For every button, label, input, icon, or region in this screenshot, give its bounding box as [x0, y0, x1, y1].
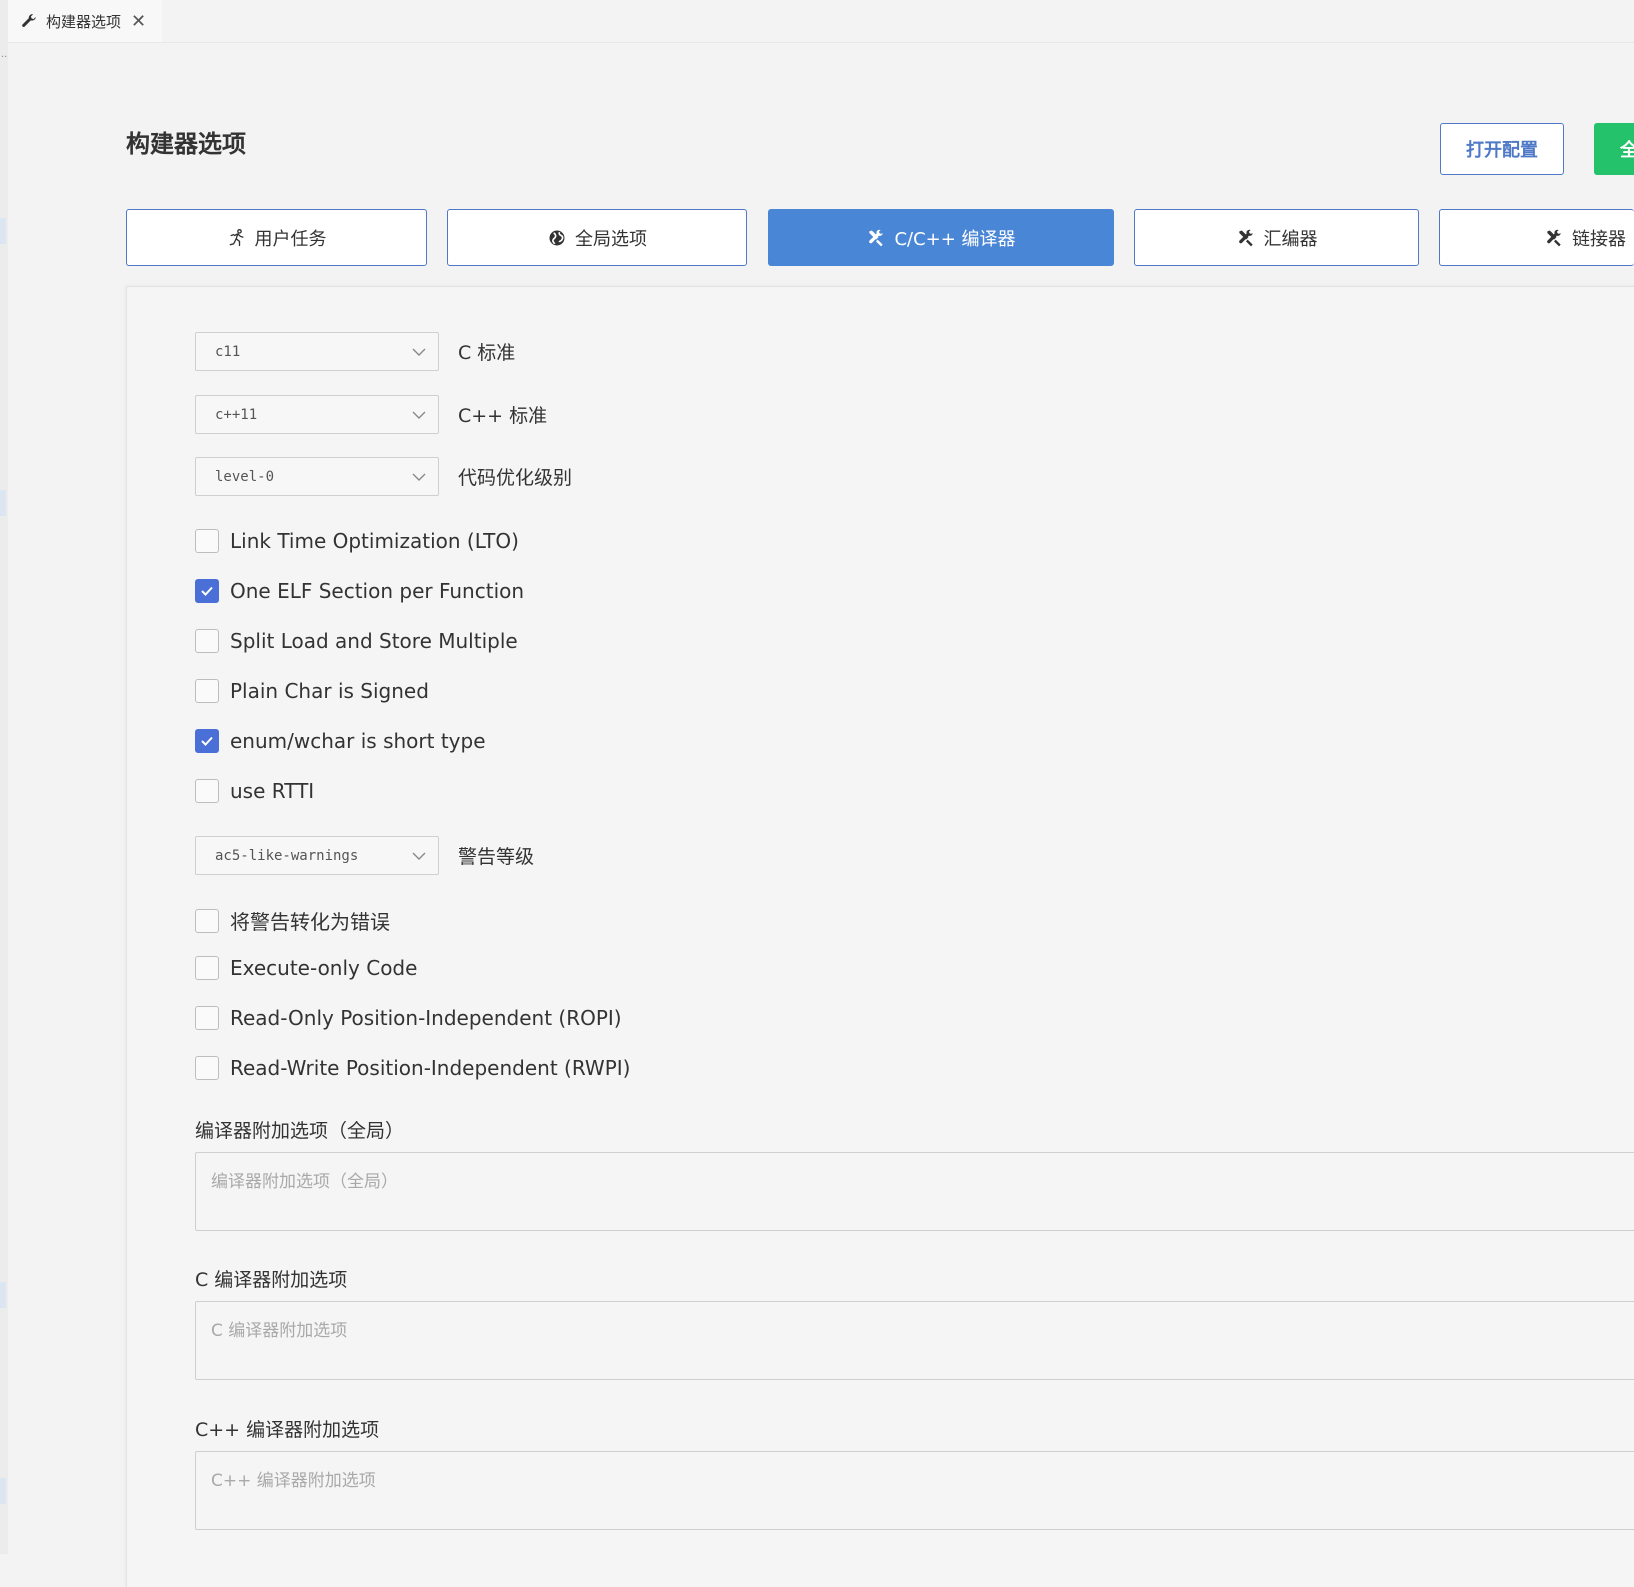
global-extra-input[interactable]: 编译器附加选项（全局） [195, 1152, 1634, 1231]
option-label: One ELF Section per Function [230, 579, 525, 603]
option-use-rtti[interactable]: use RTTI [195, 779, 314, 803]
tools-icon [1238, 229, 1253, 246]
chevron-down-icon [412, 348, 426, 356]
tab-assembler[interactable]: 汇编器 [1134, 209, 1419, 266]
page-title: 构建器选项 [126, 130, 246, 158]
gutter-marker [0, 1478, 6, 1504]
editor-tab-bar: 构建器选项 ✕ [8, 0, 1634, 43]
option-label: enum/wchar is short type [230, 729, 486, 753]
tab-linker-label: 链接器 [1572, 228, 1626, 250]
open-config-button[interactable]: 打开配置 [1440, 123, 1564, 175]
tab-user-tasks[interactable]: 用户任务 [126, 209, 427, 266]
option-label: Read-Write Position-Independent (RWPI) [230, 1056, 631, 1080]
tab-user-tasks-label: 用户任务 [254, 228, 327, 250]
tab-assembler-label: 汇编器 [1263, 228, 1318, 250]
green-action-button[interactable]: 全 [1594, 123, 1634, 175]
tab-cpp-compiler-label: C/C++ 编译器 [894, 228, 1016, 250]
optimization-select[interactable]: level-0 [195, 457, 439, 496]
option-ropi[interactable]: Read-Only Position-Independent (ROPI) [195, 1006, 622, 1030]
ropi-checkbox[interactable] [195, 1006, 219, 1030]
option-enum-wchar-short[interactable]: enum/wchar is short type [195, 729, 486, 753]
c-standard-select[interactable]: c11 [195, 332, 439, 371]
cpp-standard-value: c++11 [215, 406, 258, 423]
option-label: Split Load and Store Multiple [230, 629, 518, 653]
option-execute-only[interactable]: Execute-only Code [195, 956, 417, 980]
warnings-value: ac5-like-warnings [215, 847, 359, 864]
globe-icon [549, 230, 565, 245]
check-icon [201, 736, 213, 746]
option-lto[interactable]: Link Time Optimization (LTO) [195, 529, 519, 553]
tab-global-options-label: 全局选项 [575, 228, 647, 250]
option-elf-section[interactable]: One ELF Section per Function [195, 579, 524, 603]
option-warnings-as-errors[interactable]: 将警告转化为错误 [195, 906, 390, 935]
chevron-down-icon [412, 473, 426, 481]
editor-tab-title: 构建器选项 [46, 12, 122, 31]
c-extra-input[interactable]: C 编译器附加选项 [195, 1301, 1634, 1380]
c-standard-label: C 标准 [458, 342, 516, 364]
cpp-standard-label: C++ 标准 [458, 405, 548, 427]
option-label: 将警告转化为错误 [230, 910, 390, 934]
split-load-store-checkbox[interactable] [195, 629, 219, 653]
c-extra-label: C 编译器附加选项 [195, 1269, 348, 1291]
cpp-standard-select[interactable]: c++11 [195, 395, 439, 434]
c-standard-row: c11 C 标准 [195, 332, 515, 371]
editor-tab-builder-options[interactable]: 构建器选项 ✕ [8, 0, 162, 42]
option-label: Link Time Optimization (LTO) [230, 529, 519, 553]
gutter-marker [0, 218, 6, 244]
gutter-marker [0, 490, 6, 516]
global-extra-label: 编译器附加选项（全局） [195, 1120, 405, 1142]
rwpi-checkbox[interactable] [195, 1056, 219, 1080]
close-icon[interactable]: ✕ [131, 11, 146, 32]
tab-global-options[interactable]: 全局选项 [447, 209, 747, 266]
option-label: Execute-only Code [230, 956, 418, 980]
option-rwpi[interactable]: Read-Write Position-Independent (RWPI) [195, 1056, 630, 1080]
optimization-label: 代码优化级别 [458, 467, 573, 489]
optimization-row: level-0 代码优化级别 [195, 457, 572, 496]
check-icon [201, 586, 213, 596]
c-standard-value: c11 [215, 343, 241, 360]
warnings-label: 警告等级 [458, 846, 535, 868]
tools-icon [869, 229, 884, 246]
enum-wchar-checkbox[interactable] [195, 729, 219, 753]
gutter-ellipsis: ·· [1, 52, 8, 63]
lto-checkbox[interactable] [195, 529, 219, 553]
optimization-value: level-0 [215, 468, 275, 485]
cpp-extra-label: C++ 编译器附加选项 [195, 1419, 380, 1441]
execute-only-checkbox[interactable] [195, 956, 219, 980]
warnings-select[interactable]: ac5-like-warnings [195, 836, 439, 875]
warnings-as-errors-checkbox[interactable] [195, 908, 219, 933]
cpp-extra-input[interactable]: C++ 编译器附加选项 [195, 1451, 1634, 1530]
warnings-row: ac5-like-warnings 警告等级 [195, 836, 534, 875]
cpp-standard-row: c++11 C++ 标准 [195, 395, 547, 434]
chevron-down-icon [412, 411, 426, 419]
elf-section-checkbox[interactable] [195, 579, 219, 603]
gutter-marker [0, 1282, 6, 1308]
option-split-load-store[interactable]: Split Load and Store Multiple [195, 629, 518, 653]
left-gutter: ·· [0, 0, 8, 1554]
rtti-checkbox[interactable] [195, 779, 219, 803]
run-icon [229, 228, 243, 246]
option-plain-char-signed[interactable]: Plain Char is Signed [195, 679, 429, 703]
wrench-icon [22, 14, 36, 27]
chevron-down-icon [412, 852, 426, 860]
option-label: Read-Only Position-Independent (ROPI) [230, 1006, 622, 1030]
plain-char-checkbox[interactable] [195, 679, 219, 703]
tools-icon [1547, 229, 1561, 246]
option-label: Plain Char is Signed [230, 679, 429, 703]
option-label: use RTTI [230, 779, 315, 803]
tab-linker[interactable]: 链接器 [1439, 209, 1634, 266]
tab-cpp-compiler[interactable]: C/C++ 编译器 [768, 209, 1114, 266]
